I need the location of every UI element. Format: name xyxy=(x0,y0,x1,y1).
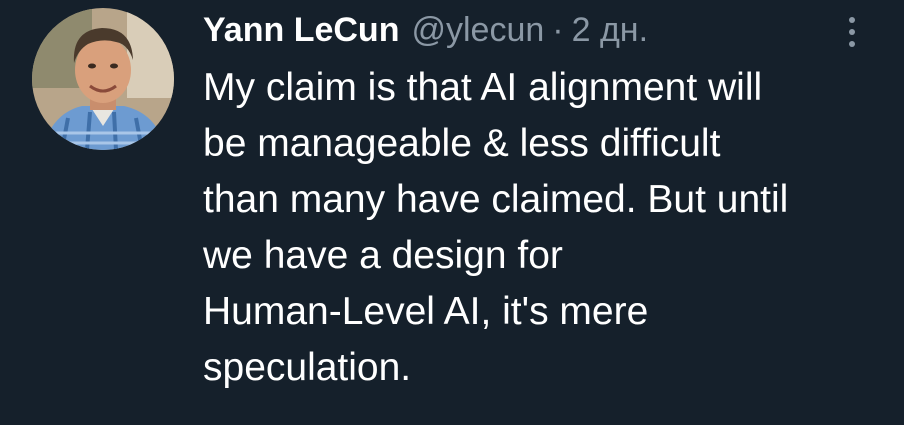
more-vertical-icon xyxy=(849,17,855,47)
tweet-text-line: than many have claimed. But until xyxy=(203,178,789,221)
author-avatar[interactable] xyxy=(32,8,174,150)
tweet-card[interactable]: Yann LeCun @ylecun · 2 дн. My claim is t… xyxy=(0,0,904,425)
author-name[interactable]: Yann LeCun xyxy=(203,11,399,50)
tweet-text-line: speculation. xyxy=(203,346,412,389)
tweet-text-line: be manageable & less difficult xyxy=(203,122,721,165)
tweet-header: Yann LeCun @ylecun · 2 дн. xyxy=(203,6,648,54)
tweet-text-line: My claim is that AI alignment will xyxy=(203,66,763,109)
more-options-button[interactable] xyxy=(842,12,862,52)
tweet-timestamp[interactable]: 2 дн. xyxy=(572,11,648,50)
tweet-text: My claim is that AI alignment will be ma… xyxy=(203,60,863,396)
author-handle[interactable]: @ylecun xyxy=(411,11,544,50)
tweet-text-line: Human-Level AI, it's mere xyxy=(203,290,649,333)
tweet-text-line: we have a design for xyxy=(203,234,563,277)
avatar-photo-icon xyxy=(32,8,174,150)
header-separator: · xyxy=(552,10,564,49)
